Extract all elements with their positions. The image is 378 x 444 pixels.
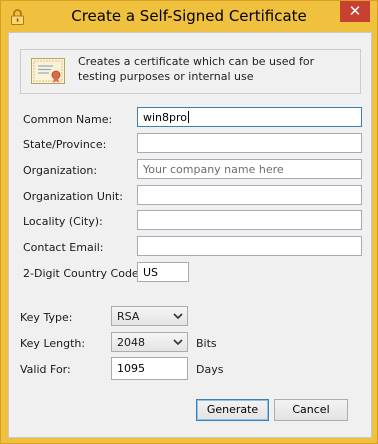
organization-input[interactable]: Your company name here xyxy=(137,159,362,179)
common-name-label: Common Name: xyxy=(23,113,113,126)
certificate-icon xyxy=(31,58,65,84)
text-caret xyxy=(188,111,190,123)
days-unit-label: Days xyxy=(196,363,224,376)
valid-for-label: Valid For: xyxy=(20,363,71,376)
key-length-select[interactable]: 2048 xyxy=(111,332,188,352)
cancel-button[interactable]: Cancel xyxy=(274,399,348,421)
email-input[interactable] xyxy=(137,236,362,256)
valid-for-input[interactable]: 1095 xyxy=(111,357,188,380)
key-length-value: 2048 xyxy=(117,336,145,349)
common-name-input[interactable]: win8pro xyxy=(137,107,362,127)
organization-label: Organization: xyxy=(23,164,98,177)
chevron-down-icon xyxy=(173,313,183,320)
email-label: Contact Email: xyxy=(23,241,104,254)
bits-unit-label: Bits xyxy=(196,337,217,350)
country-input[interactable]: US xyxy=(137,262,189,282)
locality-label: Locality (City): xyxy=(23,215,103,228)
common-name-value: win8pro xyxy=(143,111,188,124)
key-type-label: Key Type: xyxy=(20,311,73,324)
locality-input[interactable] xyxy=(137,210,362,230)
dialog-window: Create a Self-Signed Certificate ✕ Creat… xyxy=(0,0,378,444)
window-title: Create a Self-Signed Certificate xyxy=(71,7,307,25)
dialog-body: Creates a certificate which can be used … xyxy=(8,32,372,438)
org-unit-label: Organization Unit: xyxy=(23,190,123,203)
generate-button[interactable]: Generate xyxy=(196,399,269,421)
info-banner: Creates a certificate which can be used … xyxy=(20,49,361,94)
org-unit-input[interactable] xyxy=(137,185,362,205)
close-button[interactable]: ✕ xyxy=(340,1,370,22)
close-icon: ✕ xyxy=(348,2,362,20)
state-input[interactable] xyxy=(137,133,362,153)
key-type-select[interactable]: RSA xyxy=(111,306,188,326)
chevron-down-icon xyxy=(173,339,183,346)
key-type-value: RSA xyxy=(117,310,140,323)
country-label: 2-Digit Country Code: xyxy=(23,267,143,280)
title-bar[interactable]: Create a Self-Signed Certificate ✕ xyxy=(1,1,377,32)
state-label: State/Province: xyxy=(23,138,107,151)
banner-description: Creates a certificate which can be used … xyxy=(78,55,315,83)
key-length-label: Key Length: xyxy=(20,337,86,350)
